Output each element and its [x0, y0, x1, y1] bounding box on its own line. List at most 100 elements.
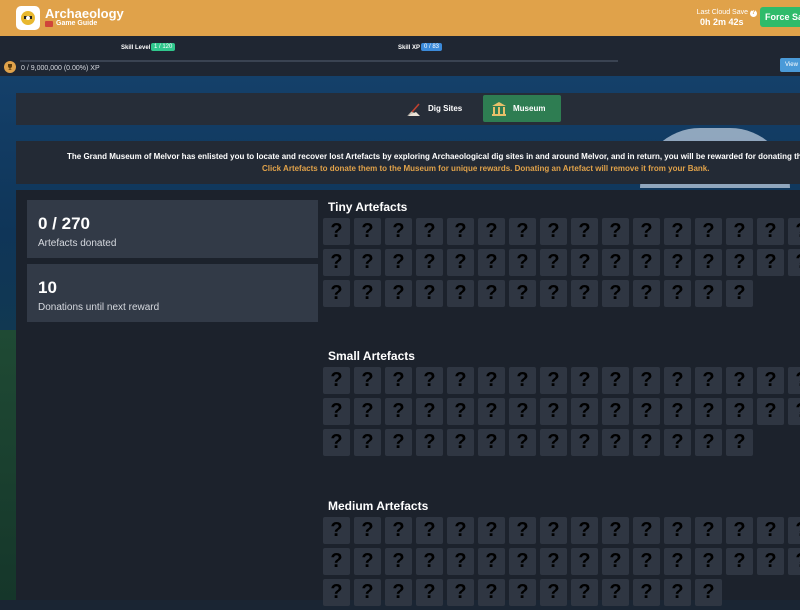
- unknown-artefact-tile[interactable]: ?: [571, 548, 598, 575]
- unknown-artefact-tile[interactable]: ?: [602, 249, 629, 276]
- unknown-artefact-tile[interactable]: ?: [695, 218, 722, 245]
- unknown-artefact-tile[interactable]: ?: [323, 280, 350, 307]
- unknown-artefact-tile[interactable]: ?: [447, 517, 474, 544]
- unknown-artefact-tile[interactable]: ?: [354, 548, 381, 575]
- unknown-artefact-tile[interactable]: ?: [323, 579, 350, 606]
- archaeology-skill-icon[interactable]: [16, 6, 40, 30]
- unknown-artefact-tile[interactable]: ?: [354, 280, 381, 307]
- unknown-artefact-tile[interactable]: ?: [540, 398, 567, 425]
- unknown-artefact-tile[interactable]: ?: [695, 398, 722, 425]
- unknown-artefact-tile[interactable]: ?: [323, 367, 350, 394]
- unknown-artefact-tile[interactable]: ?: [385, 398, 412, 425]
- unknown-artefact-tile[interactable]: ?: [509, 548, 536, 575]
- unknown-artefact-tile[interactable]: ?: [354, 218, 381, 245]
- unknown-artefact-tile[interactable]: ?: [509, 579, 536, 606]
- unknown-artefact-tile[interactable]: ?: [478, 429, 505, 456]
- unknown-artefact-tile[interactable]: ?: [602, 218, 629, 245]
- unknown-artefact-tile[interactable]: ?: [540, 548, 567, 575]
- unknown-artefact-tile[interactable]: ?: [385, 548, 412, 575]
- unknown-artefact-tile[interactable]: ?: [478, 367, 505, 394]
- unknown-artefact-tile[interactable]: ?: [664, 398, 691, 425]
- unknown-artefact-tile[interactable]: ?: [788, 517, 800, 544]
- unknown-artefact-tile[interactable]: ?: [788, 367, 800, 394]
- unknown-artefact-tile[interactable]: ?: [323, 398, 350, 425]
- unknown-artefact-tile[interactable]: ?: [757, 367, 784, 394]
- unknown-artefact-tile[interactable]: ?: [540, 367, 567, 394]
- unknown-artefact-tile[interactable]: ?: [695, 517, 722, 544]
- unknown-artefact-tile[interactable]: ?: [478, 517, 505, 544]
- unknown-artefact-tile[interactable]: ?: [571, 398, 598, 425]
- unknown-artefact-tile[interactable]: ?: [540, 218, 567, 245]
- unknown-artefact-tile[interactable]: ?: [726, 218, 753, 245]
- unknown-artefact-tile[interactable]: ?: [416, 218, 443, 245]
- unknown-artefact-tile[interactable]: ?: [354, 429, 381, 456]
- unknown-artefact-tile[interactable]: ?: [602, 429, 629, 456]
- unknown-artefact-tile[interactable]: ?: [602, 367, 629, 394]
- unknown-artefact-tile[interactable]: ?: [726, 548, 753, 575]
- unknown-artefact-tile[interactable]: ?: [695, 280, 722, 307]
- unknown-artefact-tile[interactable]: ?: [571, 517, 598, 544]
- unknown-artefact-tile[interactable]: ?: [447, 280, 474, 307]
- unknown-artefact-tile[interactable]: ?: [633, 249, 660, 276]
- unknown-artefact-tile[interactable]: ?: [664, 280, 691, 307]
- unknown-artefact-tile[interactable]: ?: [323, 548, 350, 575]
- unknown-artefact-tile[interactable]: ?: [509, 367, 536, 394]
- unknown-artefact-tile[interactable]: ?: [602, 579, 629, 606]
- unknown-artefact-tile[interactable]: ?: [726, 517, 753, 544]
- unknown-artefact-tile[interactable]: ?: [416, 517, 443, 544]
- unknown-artefact-tile[interactable]: ?: [633, 429, 660, 456]
- tab-museum[interactable]: Museum: [483, 95, 561, 122]
- unknown-artefact-tile[interactable]: ?: [540, 429, 567, 456]
- unknown-artefact-tile[interactable]: ?: [633, 579, 660, 606]
- unknown-artefact-tile[interactable]: ?: [385, 367, 412, 394]
- unknown-artefact-tile[interactable]: ?: [757, 218, 784, 245]
- unknown-artefact-tile[interactable]: ?: [478, 579, 505, 606]
- unknown-artefact-tile[interactable]: ?: [478, 398, 505, 425]
- unknown-artefact-tile[interactable]: ?: [664, 517, 691, 544]
- unknown-artefact-tile[interactable]: ?: [726, 398, 753, 425]
- unknown-artefact-tile[interactable]: ?: [509, 249, 536, 276]
- unknown-artefact-tile[interactable]: ?: [664, 548, 691, 575]
- unknown-artefact-tile[interactable]: ?: [726, 280, 753, 307]
- unknown-artefact-tile[interactable]: ?: [509, 218, 536, 245]
- unknown-artefact-tile[interactable]: ?: [385, 429, 412, 456]
- unknown-artefact-tile[interactable]: ?: [695, 548, 722, 575]
- unknown-artefact-tile[interactable]: ?: [571, 280, 598, 307]
- unknown-artefact-tile[interactable]: ?: [571, 218, 598, 245]
- unknown-artefact-tile[interactable]: ?: [664, 367, 691, 394]
- unknown-artefact-tile[interactable]: ?: [602, 548, 629, 575]
- unknown-artefact-tile[interactable]: ?: [509, 517, 536, 544]
- tab-dig-sites[interactable]: Dig Sites: [398, 95, 488, 122]
- unknown-artefact-tile[interactable]: ?: [664, 429, 691, 456]
- unknown-artefact-tile[interactable]: ?: [447, 548, 474, 575]
- unknown-artefact-tile[interactable]: ?: [354, 249, 381, 276]
- unknown-artefact-tile[interactable]: ?: [447, 579, 474, 606]
- unknown-artefact-tile[interactable]: ?: [509, 398, 536, 425]
- unknown-artefact-tile[interactable]: ?: [540, 280, 567, 307]
- unknown-artefact-tile[interactable]: ?: [633, 548, 660, 575]
- unknown-artefact-tile[interactable]: ?: [726, 367, 753, 394]
- unknown-artefact-tile[interactable]: ?: [416, 398, 443, 425]
- unknown-artefact-tile[interactable]: ?: [602, 280, 629, 307]
- unknown-artefact-tile[interactable]: ?: [354, 579, 381, 606]
- unknown-artefact-tile[interactable]: ?: [447, 398, 474, 425]
- unknown-artefact-tile[interactable]: ?: [354, 367, 381, 394]
- unknown-artefact-tile[interactable]: ?: [478, 218, 505, 245]
- unknown-artefact-tile[interactable]: ?: [509, 280, 536, 307]
- unknown-artefact-tile[interactable]: ?: [354, 398, 381, 425]
- unknown-artefact-tile[interactable]: ?: [478, 280, 505, 307]
- unknown-artefact-tile[interactable]: ?: [416, 367, 443, 394]
- help-icon[interactable]: ?: [750, 10, 757, 17]
- unknown-artefact-tile[interactable]: ?: [540, 579, 567, 606]
- unknown-artefact-tile[interactable]: ?: [416, 429, 443, 456]
- unknown-artefact-tile[interactable]: ?: [447, 367, 474, 394]
- view-button[interactable]: View: [780, 58, 800, 72]
- force-save-button[interactable]: Force Sav: [760, 7, 800, 27]
- unknown-artefact-tile[interactable]: ?: [447, 429, 474, 456]
- unknown-artefact-tile[interactable]: ?: [385, 280, 412, 307]
- unknown-artefact-tile[interactable]: ?: [385, 579, 412, 606]
- unknown-artefact-tile[interactable]: ?: [323, 517, 350, 544]
- unknown-artefact-tile[interactable]: ?: [633, 218, 660, 245]
- unknown-artefact-tile[interactable]: ?: [726, 249, 753, 276]
- unknown-artefact-tile[interactable]: ?: [788, 398, 800, 425]
